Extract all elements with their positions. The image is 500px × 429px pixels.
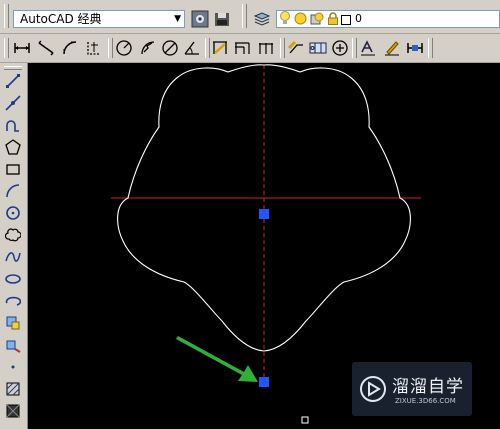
point-icon[interactable]: [3, 357, 23, 377]
lock-icon[interactable]: [327, 12, 339, 30]
toolbar-grip[interactable]: [4, 4, 9, 28]
hatch-icon[interactable]: [3, 379, 23, 399]
layer-name: 0: [355, 12, 362, 25]
center-mark-icon[interactable]: [330, 38, 350, 58]
jogged-dimension-icon[interactable]: [138, 38, 158, 58]
linear-dimension-icon[interactable]: [12, 38, 32, 58]
workspace-settings-icon[interactable]: [190, 9, 210, 29]
diameter-dimension-icon[interactable]: [160, 38, 180, 58]
layer-color-swatch[interactable]: [341, 14, 351, 30]
toolbar-separator: [352, 38, 357, 58]
save-workspace-icon[interactable]: [212, 9, 232, 29]
revision-cloud-icon[interactable]: [3, 225, 23, 245]
arc-length-icon[interactable]: [60, 38, 80, 58]
toolbar-separator: [108, 38, 113, 58]
grip-point[interactable]: [259, 209, 269, 219]
insert-block-icon[interactable]: [3, 313, 23, 333]
dimension-edit-icon[interactable]: [382, 38, 402, 58]
annotation-arrow: [176, 336, 258, 382]
layer-manager-icon[interactable]: [252, 9, 272, 29]
standard-toolbar: AutoCAD 经典 ▼ 0: [0, 0, 500, 34]
line-icon[interactable]: [3, 71, 23, 91]
arc-icon[interactable]: [3, 181, 23, 201]
ordinate-dimension-icon[interactable]: [84, 38, 104, 58]
ellipse-icon[interactable]: [3, 269, 23, 289]
spline-icon[interactable]: [3, 247, 23, 267]
toolbar-separator: [428, 38, 433, 58]
toolbar-grip[interactable]: [4, 66, 22, 70]
quick-leader-icon[interactable]: [286, 38, 306, 58]
sun-freeze-icon[interactable]: [294, 12, 307, 30]
layer-dropdown[interactable]: 0: [276, 10, 500, 28]
polyline-icon[interactable]: [3, 115, 23, 135]
dimension-toolbar: [0, 34, 500, 92]
play-logo-icon: [360, 376, 386, 402]
draw-toolbar: [0, 63, 28, 429]
radius-dimension-icon[interactable]: [114, 38, 134, 58]
lightbulb-icon[interactable]: [279, 11, 291, 30]
rectangle-icon[interactable]: [3, 159, 23, 179]
angular-dimension-icon[interactable]: [182, 38, 202, 58]
circle-icon[interactable]: [3, 203, 23, 223]
baseline-dimension-icon[interactable]: [232, 38, 252, 58]
aligned-dimension-icon[interactable]: [36, 38, 56, 58]
watermark-subtitle: ZIXUE.3D66.COM: [395, 397, 456, 405]
workspace-label: AutoCAD 经典: [20, 12, 102, 26]
watermark-logo: 溜溜自学 ZIXUE.3D66.COM: [352, 362, 472, 416]
dimension-update-icon[interactable]: [405, 38, 425, 58]
toolbar-separator: [280, 38, 285, 58]
cursor-pickbox: [301, 416, 309, 424]
toolbar-grip[interactable]: [242, 4, 247, 28]
watermark-title: 溜溜自学: [392, 377, 464, 397]
make-block-icon[interactable]: [3, 335, 23, 355]
dimension-text-edit-icon[interactable]: [358, 38, 378, 58]
continue-dimension-icon[interactable]: [256, 38, 276, 58]
viewport-freeze-icon[interactable]: [310, 12, 324, 30]
polygon-icon[interactable]: [3, 137, 23, 157]
quick-dimension-icon[interactable]: [210, 38, 230, 58]
chevron-down-icon[interactable]: ▼: [174, 11, 181, 27]
construction-line-icon[interactable]: [3, 93, 23, 113]
grip-point[interactable]: [259, 377, 269, 387]
tolerance-icon[interactable]: [308, 38, 328, 58]
gradient-icon[interactable]: [3, 401, 23, 421]
workspace-dropdown[interactable]: AutoCAD 经典 ▼: [13, 10, 185, 28]
toolbar-grip[interactable]: [4, 38, 9, 58]
ellipse-arc-icon[interactable]: [3, 291, 23, 311]
